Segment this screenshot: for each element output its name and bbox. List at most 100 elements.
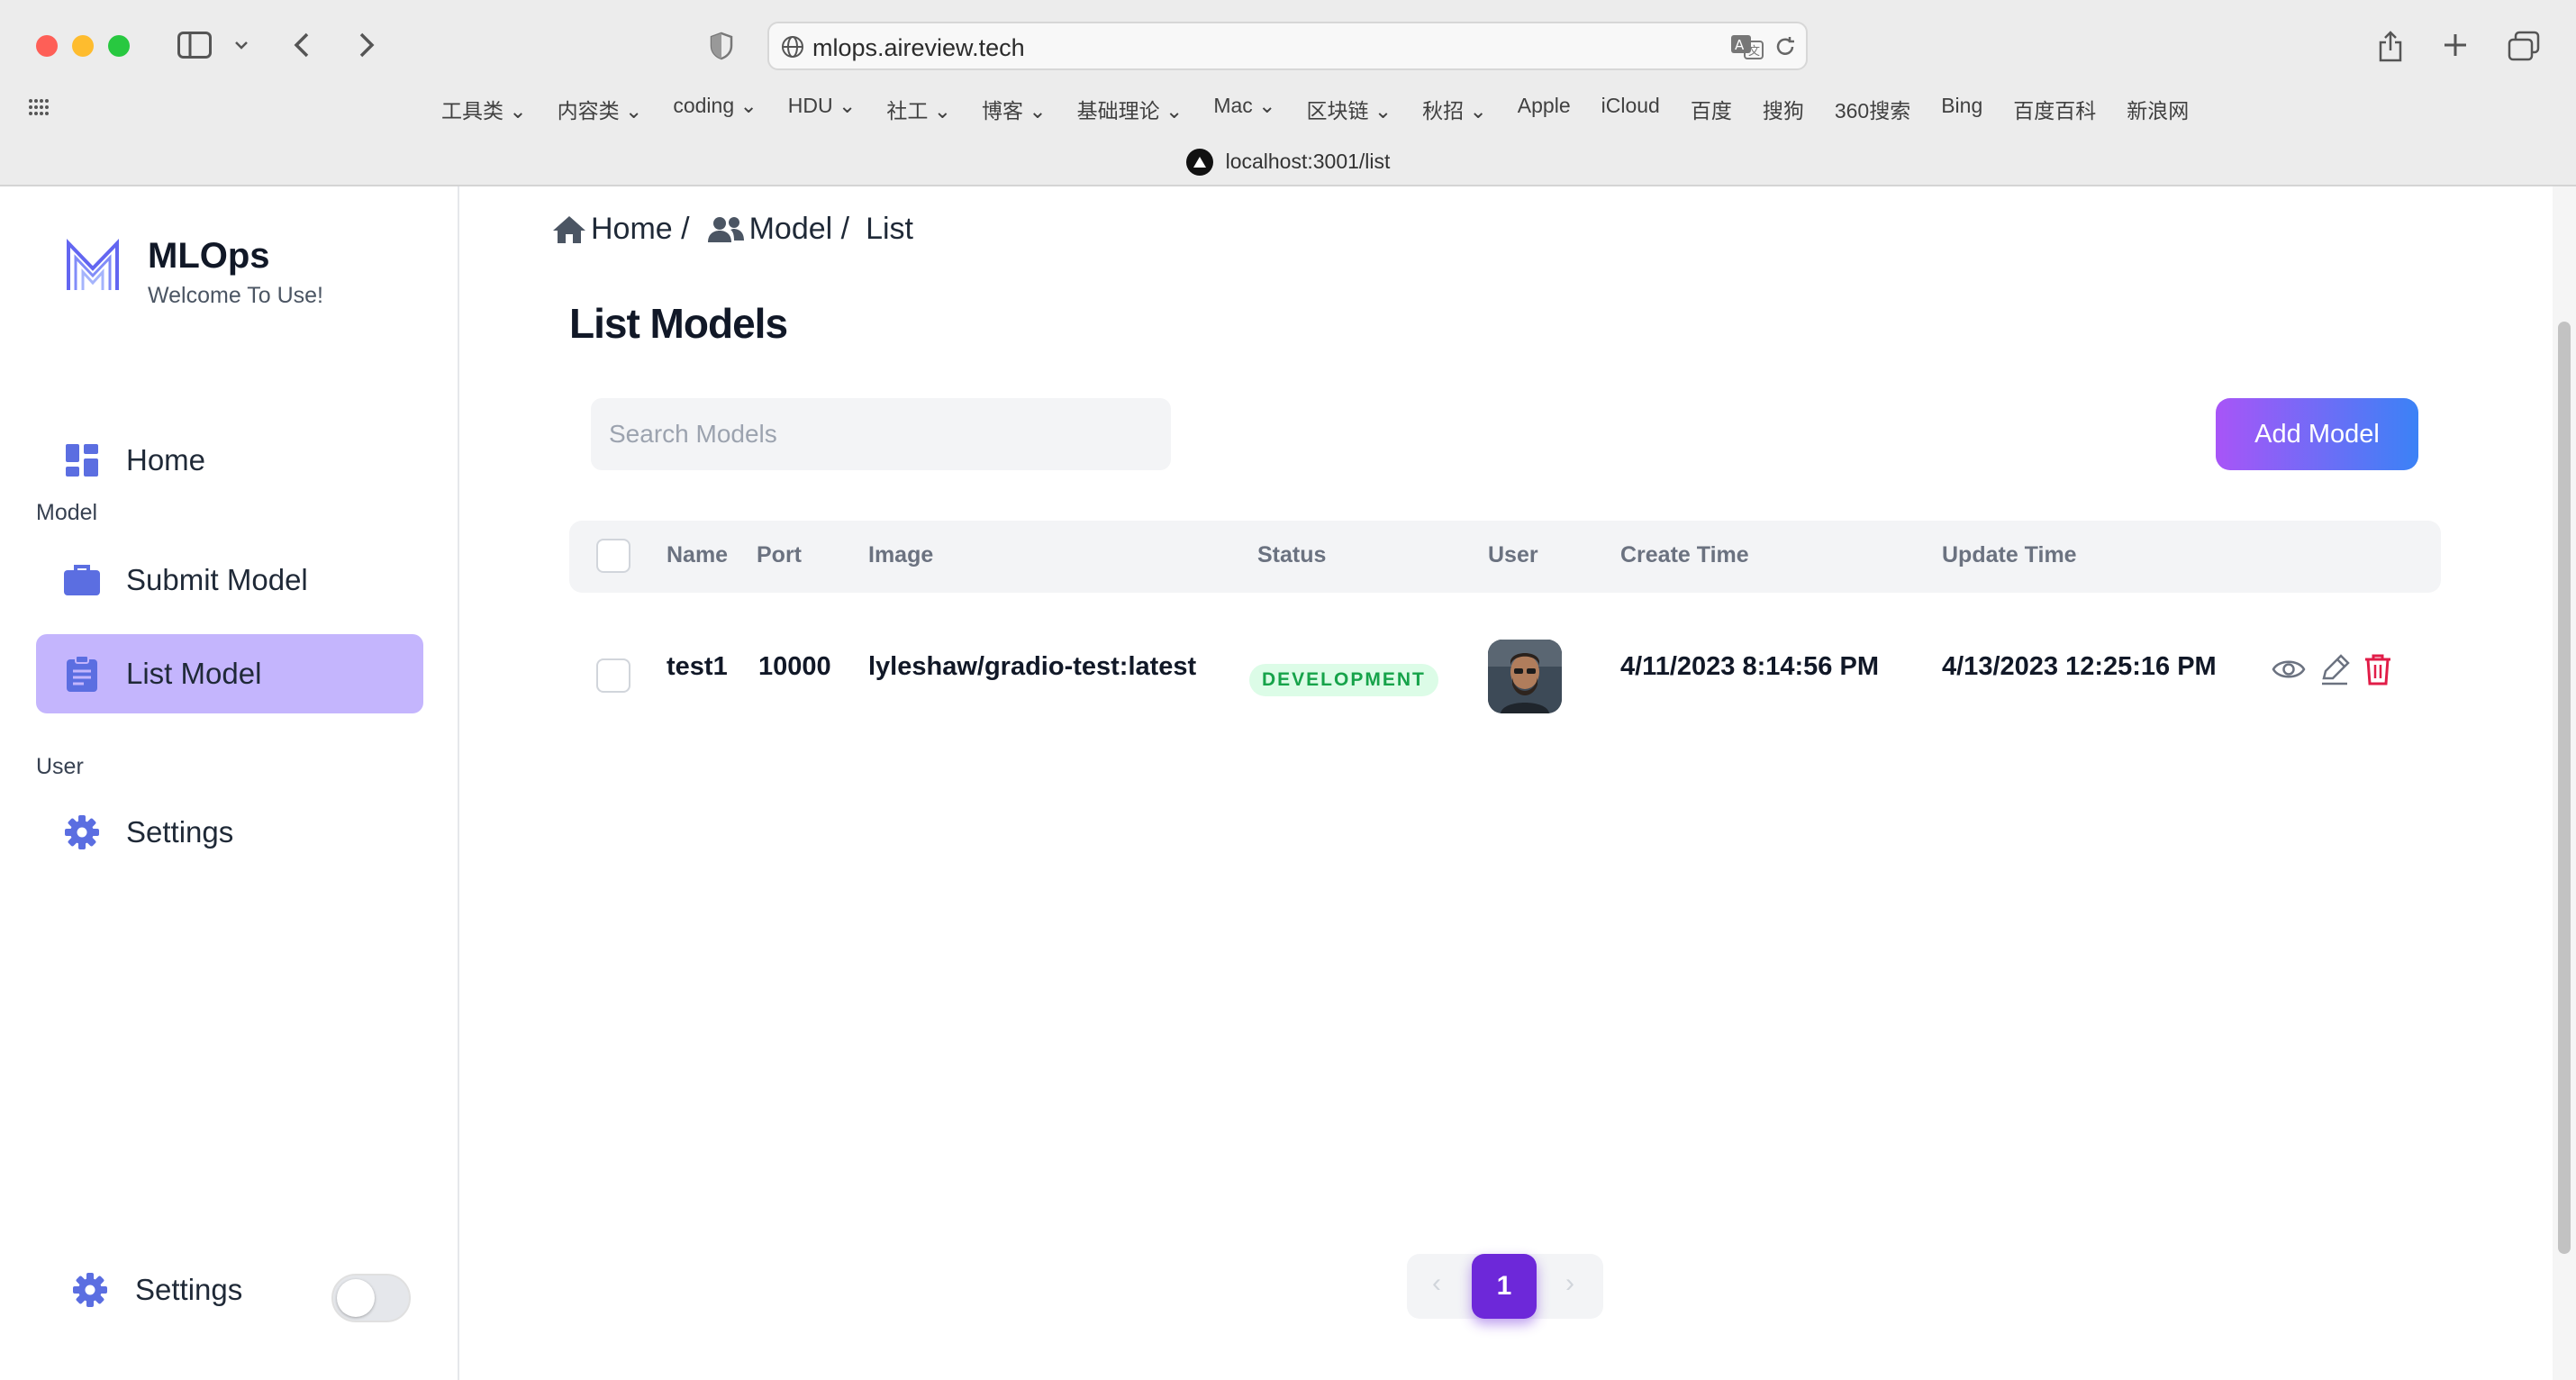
- bookmark-label: 博客: [981, 99, 1023, 123]
- bookmark-label: 社工: [886, 99, 929, 123]
- next-page-button[interactable]: ›: [1565, 1268, 1574, 1299]
- tab-overview-icon[interactable]: [2506, 29, 2542, 63]
- chevron-down-icon[interactable]: [231, 34, 252, 56]
- bookmark-label: coding: [673, 94, 735, 117]
- sidebar-item-list-model[interactable]: List Model: [36, 634, 423, 713]
- bookmark-link[interactable]: 新浪网: [2127, 94, 2189, 124]
- column-header-user[interactable]: User: [1488, 542, 1538, 568]
- share-icon[interactable]: [2372, 27, 2408, 65]
- add-model-button[interactable]: Add Model: [2216, 398, 2418, 470]
- shield-icon[interactable]: [708, 31, 735, 61]
- sidebar-item-settings[interactable]: Settings: [36, 793, 423, 872]
- globe-icon: [780, 34, 805, 59]
- bookmark-folder[interactable]: 内容类 ⌄: [558, 94, 643, 124]
- breadcrumb-label: Home /: [591, 212, 690, 246]
- eye-icon[interactable]: [2272, 656, 2306, 683]
- bookmark-link[interactable]: Bing: [1941, 94, 1982, 124]
- cell-create-time: 4/11/2023 8:14:56 PM: [1620, 652, 1879, 681]
- main-content: Home / Model / List List Models Add Mode…: [461, 186, 2553, 1380]
- home-icon: [551, 214, 591, 245]
- page-button-current[interactable]: 1: [1472, 1254, 1537, 1319]
- row-checkbox[interactable]: [596, 658, 630, 693]
- bookmark-label: 区块链: [1306, 99, 1369, 123]
- forward-icon[interactable]: [353, 29, 380, 61]
- theme-toggle[interactable]: [331, 1274, 411, 1322]
- brand-subtitle: Welcome To Use!: [148, 283, 323, 308]
- section-user-heading: User: [36, 754, 84, 779]
- gear-icon: [63, 813, 101, 851]
- bookmark-link[interactable]: 百度: [1691, 94, 1732, 124]
- cell-name: test1: [667, 652, 728, 681]
- zoom-window-button[interactable]: [108, 35, 130, 57]
- back-icon[interactable]: [288, 29, 315, 61]
- bookmark-folder[interactable]: 博客 ⌄: [982, 94, 1047, 124]
- column-header-create-time[interactable]: Create Time: [1620, 542, 1749, 568]
- reload-icon[interactable]: [1773, 34, 1798, 59]
- select-all-checkbox[interactable]: [596, 539, 630, 573]
- translate-icon[interactable]: A文: [1729, 32, 1765, 61]
- pencil-icon[interactable]: [2318, 653, 2351, 685]
- bookmark-label: 内容类: [557, 99, 620, 123]
- triangle-logo-icon: [1185, 148, 1213, 176]
- sidebar-item-label: Home: [126, 443, 206, 477]
- briefcase-icon: [63, 561, 101, 599]
- bookmark-folder[interactable]: 基础理论 ⌄: [1077, 94, 1184, 124]
- sidebar: MLOps Welcome To Use! Home Model Submit …: [0, 186, 459, 1380]
- page-title: List Models: [569, 300, 788, 347]
- browser-chrome: mlops.aireview.tech A文 工具类 ⌄ 内容类 ⌄ codin…: [0, 0, 2576, 186]
- new-tab-icon[interactable]: [2439, 29, 2472, 61]
- bookmark-link[interactable]: 搜狗: [1763, 94, 1804, 124]
- bookmark-folder[interactable]: 社工 ⌄: [886, 94, 951, 124]
- bookmark-folder[interactable]: coding ⌄: [673, 94, 757, 124]
- sidebar-item-home[interactable]: Home: [36, 421, 423, 500]
- sidebar-toggle-icon[interactable]: [175, 29, 214, 61]
- close-window-button[interactable]: [36, 35, 58, 57]
- user-avatar[interactable]: [1488, 640, 1562, 713]
- gear-icon: [72, 1272, 108, 1308]
- active-tab[interactable]: localhost:3001/list: [0, 137, 2576, 186]
- mlops-logo-icon: [63, 236, 122, 300]
- clipboard-list-icon: [63, 655, 101, 693]
- toggle-knob: [337, 1279, 375, 1317]
- minimize-window-button[interactable]: [72, 35, 94, 57]
- address-bar[interactable]: mlops.aireview.tech A文: [767, 22, 1808, 70]
- breadcrumb-home[interactable]: Home /: [551, 212, 690, 247]
- breadcrumb: Home / Model / List: [551, 212, 930, 247]
- column-header-image[interactable]: Image: [868, 542, 933, 568]
- sidebar-item-submit-model[interactable]: Submit Model: [36, 540, 423, 620]
- users-icon: [706, 215, 749, 244]
- bookmark-folder[interactable]: Mac ⌄: [1213, 94, 1275, 124]
- bookmark-label: Mac: [1213, 94, 1253, 117]
- scrollbar-thumb[interactable]: [2558, 322, 2571, 1254]
- bookmark-link[interactable]: Apple: [1518, 94, 1571, 124]
- bookmark-folder[interactable]: 工具类 ⌄: [441, 94, 527, 124]
- bookmark-label: HDU: [787, 94, 833, 117]
- search-input[interactable]: [591, 398, 1171, 470]
- pagination: ‹ 1 ›: [1407, 1254, 1603, 1319]
- column-header-status[interactable]: Status: [1257, 542, 1326, 568]
- bookmark-link[interactable]: iCloud: [1601, 94, 1660, 124]
- row-actions: [2272, 653, 2392, 685]
- section-model-heading: Model: [36, 500, 98, 525]
- column-header-port[interactable]: Port: [757, 542, 802, 568]
- bookmark-folder[interactable]: HDU ⌄: [788, 94, 857, 124]
- breadcrumb-model[interactable]: Model /: [706, 212, 849, 247]
- previous-page-button[interactable]: ‹: [1432, 1268, 1441, 1299]
- bookmark-link[interactable]: 360搜索: [1835, 94, 1910, 124]
- bookmark-link[interactable]: 百度百科: [2013, 94, 2096, 124]
- cell-image: lyleshaw/gradio-test:latest: [868, 652, 1197, 681]
- cell-update-time: 4/13/2023 12:25:16 PM: [1942, 652, 2217, 681]
- bookmark-label: 秋招: [1422, 99, 1465, 123]
- dashboard-icon: [63, 441, 101, 479]
- column-header-update-time[interactable]: Update Time: [1942, 542, 2077, 568]
- scrollbar[interactable]: [2553, 186, 2576, 1380]
- brand[interactable]: MLOps Welcome To Use!: [63, 236, 323, 308]
- footer-settings[interactable]: Settings: [72, 1272, 242, 1308]
- trash-icon[interactable]: [2363, 653, 2392, 685]
- column-header-name[interactable]: Name: [667, 542, 728, 568]
- table-row: test1 10000 lyleshaw/gradio-test:latest …: [569, 610, 2441, 727]
- bookmark-folder[interactable]: 秋招 ⌄: [1422, 94, 1487, 124]
- cell-port: 10000: [758, 652, 831, 681]
- grid-icon[interactable]: [27, 95, 50, 119]
- bookmark-folder[interactable]: 区块链 ⌄: [1306, 94, 1392, 124]
